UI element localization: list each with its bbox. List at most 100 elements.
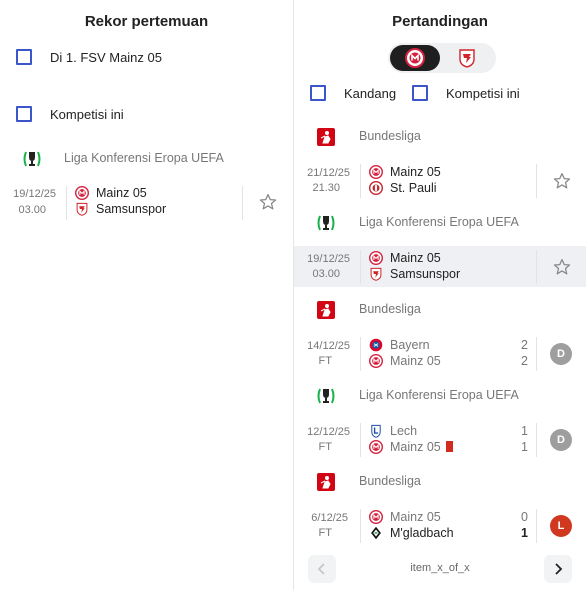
result-badge-loss: L (550, 515, 572, 537)
competition-filter-label: Kompetisi ini (446, 86, 520, 101)
match-row[interactable]: 6/12/25 FT Mainz 05 M'gladbach 0 1 L (294, 505, 586, 547)
home-team-name: Lech (390, 424, 418, 438)
bayern-crest-icon (369, 338, 383, 352)
team-filter-label: Di 1. FSV Mainz 05 (50, 50, 162, 65)
head-to-head-panel: Rekor pertemuan Di 1. FSV Mainz 05 Kompe… (0, 0, 293, 590)
result-badge-draw: D (550, 429, 572, 451)
mainz-crest-icon (369, 165, 383, 179)
row-separator (536, 250, 537, 284)
match-status: FT (318, 355, 332, 367)
home-team-name: Mainz 05 (390, 165, 441, 179)
match-date: 21/12/25 (307, 167, 350, 179)
home-team-name: Bayern (390, 338, 430, 352)
row-separator (66, 186, 67, 220)
match-date: 6/12/25 (311, 512, 348, 524)
competition-header: Liga Konferensi Eropa UEFA (294, 384, 586, 408)
competition-header: Bundesliga (294, 470, 586, 494)
mainz-crest-icon (75, 186, 89, 200)
competition-header: Liga Konferensi Eropa UEFA (0, 147, 293, 171)
star-icon[interactable] (553, 172, 571, 190)
away-score: 1 (521, 440, 528, 454)
matches-panel: Pertandingan Kandang Kompetisi ini Bunde… (294, 0, 586, 590)
competition-name: Bundesliga (359, 474, 421, 488)
next-page-button[interactable] (544, 555, 572, 583)
match-row-highlighted[interactable]: 19/12/25 03.00 Mainz 05 Samsunspor (294, 246, 586, 287)
mainz-crest-icon (369, 354, 383, 368)
panel-title: Rekor pertemuan (84, 13, 209, 30)
competition-name: Liga Konferensi Eropa UEFA (359, 215, 519, 229)
uefa-conference-league-icon (316, 213, 336, 233)
row-separator (536, 509, 537, 543)
away-team-name: M'gladbach (390, 526, 454, 540)
result-badge-draw: D (550, 343, 572, 365)
row-separator (360, 337, 361, 371)
match-date: 12/12/25 (307, 426, 350, 438)
st-pauli-crest-icon (369, 181, 383, 195)
panel-title: Pertandingan (392, 13, 488, 30)
team-toggle[interactable] (388, 43, 496, 73)
samsunspor-crest-icon (369, 267, 383, 281)
away-score: 2 (521, 354, 528, 368)
match-status: FT (318, 441, 332, 453)
gladbach-crest-icon (369, 526, 383, 540)
match-row[interactable]: 14/12/25 FT Bayern Mainz 05 2 2 D (294, 333, 586, 375)
pagination: item_x_of_x (294, 555, 586, 583)
competition-header: Bundesliga (294, 125, 586, 149)
home-team-name: Mainz 05 (390, 510, 441, 524)
competition-filter-checkbox[interactable] (412, 85, 428, 101)
home-score: 1 (521, 424, 528, 438)
home-score: 2 (521, 338, 528, 352)
match-date: 14/12/25 (307, 340, 350, 352)
match-date: 19/12/25 (13, 188, 56, 200)
away-team-name: Samsunspor (390, 267, 461, 281)
away-score: 1 (521, 526, 528, 540)
match-time: 03.00 (312, 268, 340, 280)
samsunspor-crest-icon[interactable] (457, 48, 477, 68)
match-row[interactable]: 21/12/25 21.30 Mainz 05 St. Pauli (294, 160, 586, 202)
competition-name: Bundesliga (359, 129, 421, 143)
home-team-name: Mainz 05 (390, 251, 441, 265)
row-separator (360, 423, 361, 457)
competition-filter-checkbox[interactable] (16, 106, 32, 122)
star-icon[interactable] (259, 193, 277, 211)
bundesliga-icon (316, 472, 336, 492)
team-filter-checkbox[interactable] (16, 49, 32, 65)
mainz-crest-icon (369, 510, 383, 524)
red-card-icon (446, 441, 453, 452)
competition-header: Bundesliga (294, 298, 586, 322)
match-row[interactable]: 19/12/25 03.00 Mainz 05 Samsunspor (0, 184, 293, 226)
uefa-conference-league-icon (316, 386, 336, 406)
row-separator (360, 250, 361, 284)
competition-header: Liga Konferensi Eropa UEFA (294, 211, 586, 235)
row-separator (242, 186, 243, 220)
match-status: FT (318, 527, 332, 539)
mainz-crest-icon[interactable] (405, 48, 425, 68)
competition-name: Liga Konferensi Eropa UEFA (359, 388, 519, 402)
bundesliga-icon (316, 127, 336, 147)
pager-text: item_x_of_x (410, 562, 470, 574)
home-filter-checkbox[interactable] (310, 85, 326, 101)
away-team-name: Samsunspor (96, 202, 167, 216)
match-row[interactable]: 12/12/25 FT Lech Mainz 05 1 1 D (294, 419, 586, 461)
row-separator (360, 164, 361, 198)
match-date: 19/12/25 (307, 253, 350, 265)
row-separator (536, 423, 537, 457)
away-team-name: Mainz 05 (390, 354, 441, 368)
competition-name: Bundesliga (359, 302, 421, 316)
away-team-name: St. Pauli (390, 181, 437, 195)
uefa-conference-league-icon (22, 149, 42, 169)
mainz-crest-icon (369, 251, 383, 265)
bundesliga-icon (316, 300, 336, 320)
match-time: 21.30 (312, 182, 340, 194)
samsunspor-crest-icon (75, 202, 89, 216)
star-icon[interactable] (553, 258, 571, 276)
away-team-name: Mainz 05 (390, 440, 441, 454)
row-separator (536, 164, 537, 198)
row-separator (360, 509, 361, 543)
home-score: 0 (521, 510, 528, 524)
row-separator (536, 337, 537, 371)
lech-crest-icon (369, 424, 383, 438)
home-team-name: Mainz 05 (96, 186, 147, 200)
competition-filter-label: Kompetisi ini (50, 107, 124, 122)
chevron-right-icon (555, 563, 563, 575)
